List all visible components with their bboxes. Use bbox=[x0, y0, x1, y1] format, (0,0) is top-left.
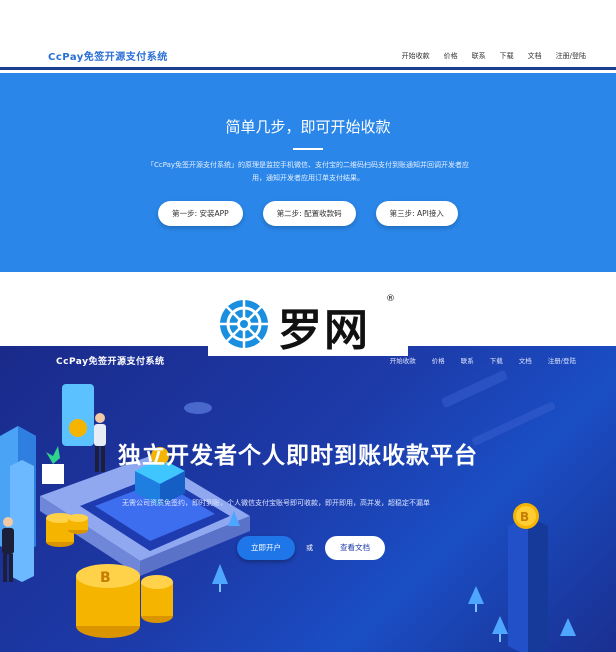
bottom-menu: 开始收款 价格 联系 下载 文档 注册/登陆 bbox=[390, 355, 576, 365]
spider-web-icon bbox=[220, 300, 268, 348]
top-menu-login[interactable]: 注册/登陆 bbox=[556, 51, 586, 61]
logo-text: 罗网 bbox=[278, 305, 370, 356]
svg-text:B: B bbox=[520, 510, 529, 524]
bottom-hero-title: 独立开发者个人即时到账收款平台 bbox=[118, 443, 478, 469]
step2-button[interactable]: 第二步: 配置收款码 bbox=[262, 201, 356, 226]
top-menu: 开始收款 价格 联系 下载 文档 注册/登陆 bbox=[402, 51, 586, 61]
bottom-menu-start[interactable]: 开始收款 bbox=[390, 355, 416, 365]
top-brand[interactable]: CcPay免签开源支付系统 bbox=[48, 48, 168, 63]
top-hero-title: 简单几步，即可开始收款 bbox=[225, 118, 391, 136]
top-menu-start[interactable]: 开始收款 bbox=[402, 51, 430, 61]
top-hero: 简单几步，即可开始收款 「CcPay免签开源支付系统」的原理是监控手机微信、支付… bbox=[0, 73, 616, 272]
top-screenshot: CcPay免签开源支付系统 开始收款 价格 联系 下载 文档 注册/登陆 简单几… bbox=[0, 30, 616, 272]
top-menu-contact[interactable]: 联系 bbox=[472, 51, 486, 61]
svg-text:B: B bbox=[100, 570, 111, 586]
step3-button[interactable]: 第三步: API接入 bbox=[375, 201, 458, 226]
top-menu-download[interactable]: 下载 bbox=[500, 51, 514, 61]
top-menu-docs[interactable]: 文档 bbox=[528, 51, 542, 61]
view-docs-button[interactable]: 查看文档 bbox=[325, 536, 385, 560]
bottom-screenshot: B B CcPay免签开源支付系统 开始收款 价格 联系 下载 文档 注册/登陆… bbox=[0, 346, 616, 652]
bottom-menu-login[interactable]: 注册/登陆 bbox=[548, 355, 576, 365]
bottom-menu-contact[interactable]: 联系 bbox=[461, 355, 474, 365]
open-account-button[interactable]: 立即开户 bbox=[237, 536, 295, 560]
top-navbar: CcPay免签开源支付系统 开始收款 价格 联系 下载 文档 注册/登陆 bbox=[0, 30, 616, 70]
top-hero-desc: 「CcPay免签开源支付系统」的原理是监控手机微信、支付宝的二维码扫码支付到账通… bbox=[146, 161, 470, 182]
title-divider bbox=[293, 148, 323, 150]
bottom-menu-docs[interactable]: 文档 bbox=[519, 355, 532, 365]
or-label: 或 bbox=[306, 544, 313, 552]
bottom-menu-price[interactable]: 价格 bbox=[432, 355, 445, 365]
registered-mark: ® bbox=[386, 294, 395, 304]
steps-buttons: 第一步: 安装APP 第二步: 配置收款码 第三步: API接入 bbox=[0, 201, 616, 226]
bottom-menu-download[interactable]: 下载 bbox=[490, 355, 503, 365]
coin-stack-icon: B bbox=[76, 564, 173, 638]
bottom-brand[interactable]: CcPay免签开源支付系统 bbox=[56, 354, 164, 367]
top-menu-price[interactable]: 价格 bbox=[444, 51, 458, 61]
bottom-hero-desc: 无需公司资质免签约，即时到账，个人微信支付宝账号即可收款，即开即用，高并发，超稳… bbox=[122, 499, 430, 507]
step1-button[interactable]: 第一步: 安装APP bbox=[158, 201, 243, 226]
luowang-logo: 罗网 ® bbox=[208, 288, 408, 356]
